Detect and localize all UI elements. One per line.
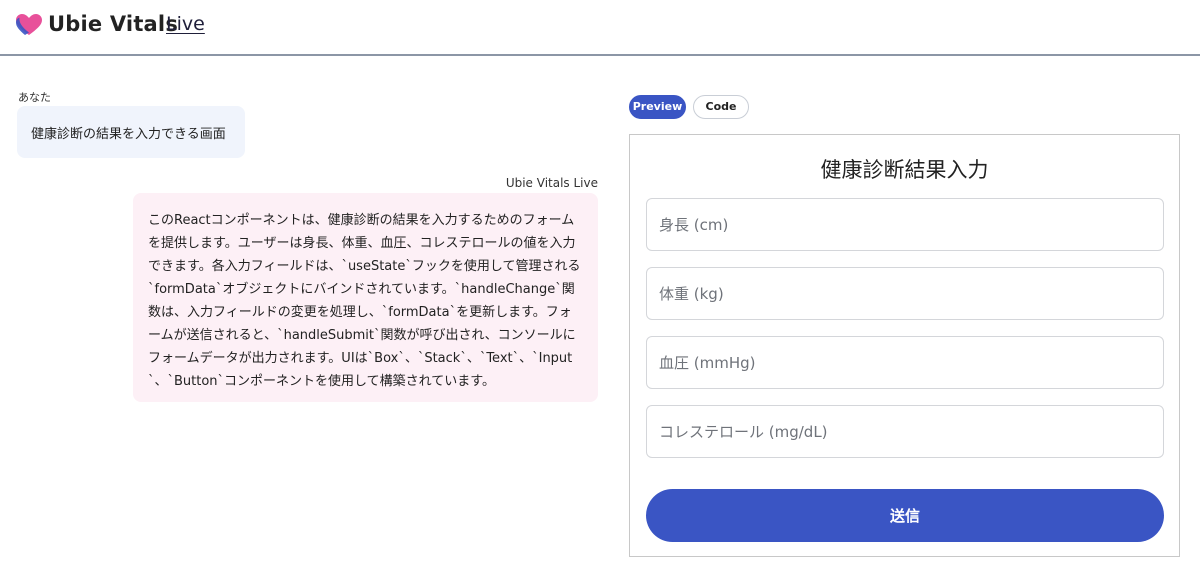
weight-input[interactable] [646, 267, 1164, 320]
assistant-message-bubble: このReactコンポーネントは、健康診断の結果を入力するためのフォームを提供しま… [133, 193, 598, 402]
preview-panel: 健康診断結果入力 送信 [629, 134, 1180, 557]
app-header: Ubie Vitals Live [0, 0, 1200, 56]
user-message-bubble: 健康診断の結果を入力できる画面 [17, 106, 245, 158]
height-input[interactable] [646, 198, 1164, 251]
cholesterol-input[interactable] [646, 405, 1164, 458]
heart-logo-icon [16, 14, 42, 35]
tab-preview[interactable]: Preview [629, 95, 686, 119]
assistant-message-sender: Ubie Vitals Live [505, 176, 598, 190]
app-brand-name: Ubie Vitals [48, 12, 179, 36]
user-message-sender: あなた [18, 91, 51, 104]
live-link[interactable]: Live [166, 13, 205, 35]
tab-code[interactable]: Code [693, 95, 749, 119]
submit-button[interactable]: 送信 [646, 489, 1164, 542]
blood-pressure-input[interactable] [646, 336, 1164, 389]
form-title: 健康診断結果入力 [820, 158, 989, 182]
